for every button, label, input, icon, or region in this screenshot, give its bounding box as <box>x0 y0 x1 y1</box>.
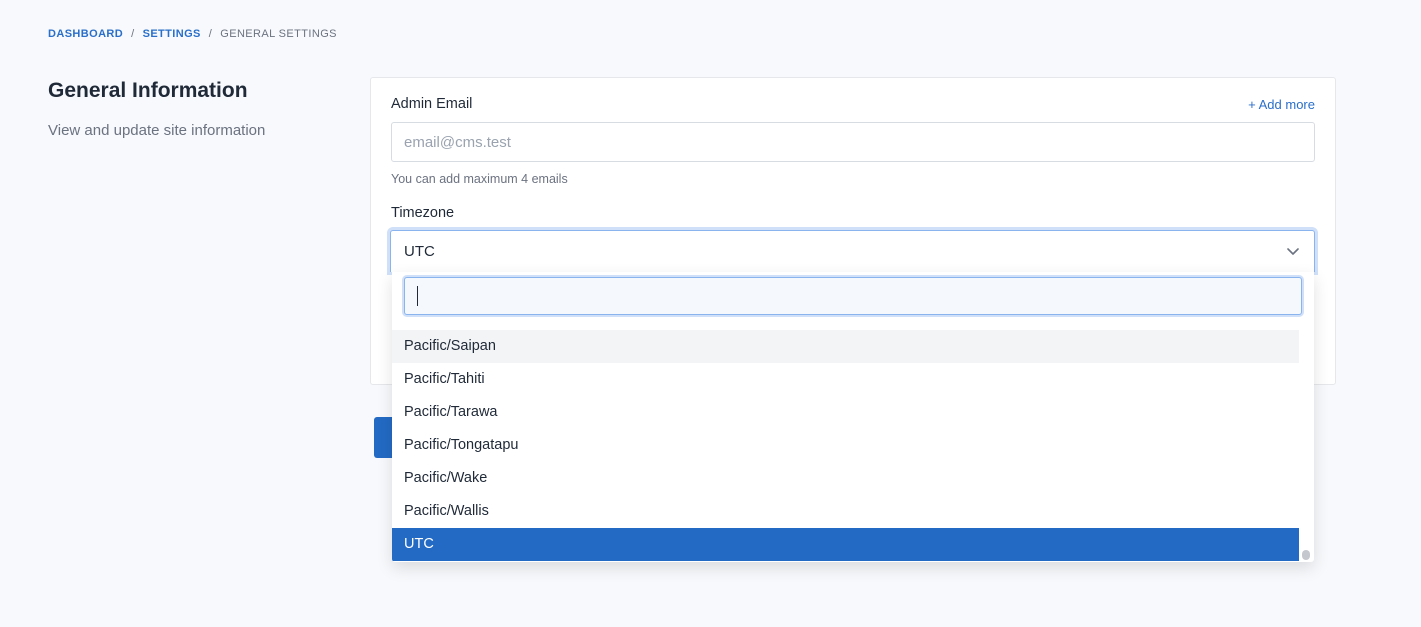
dropdown-scrollbar[interactable] <box>1302 550 1310 560</box>
timezone-select[interactable]: UTC <box>390 230 1315 272</box>
admin-email-helper: You can add maximum 4 emails <box>391 172 568 186</box>
chevron-down-icon <box>1287 248 1299 255</box>
breadcrumb: DASHBOARD / SETTINGS / GENERAL SETTINGS <box>48 28 337 40</box>
text-cursor <box>417 286 418 306</box>
timezone-label: Timezone <box>391 205 455 221</box>
timezone-option[interactable]: Pacific/Wallis <box>392 495 1299 528</box>
timezone-option[interactable]: Pacific/Tarawa <box>392 396 1299 429</box>
timezone-option[interactable]: Pacific/Wake <box>392 462 1299 495</box>
breadcrumb-settings[interactable]: SETTINGS <box>143 28 201 40</box>
admin-email-input[interactable] <box>391 122 1315 162</box>
admin-email-label: Admin Email <box>391 96 473 112</box>
breadcrumb-separator: / <box>131 28 135 40</box>
timezone-selected-value: UTC <box>404 243 435 260</box>
breadcrumb-dashboard[interactable]: DASHBOARD <box>48 28 123 40</box>
timezone-option[interactable]: Pacific/Tongatapu <box>392 429 1299 462</box>
add-more-link[interactable]: + Add more <box>1248 97 1315 112</box>
section-title: General Information <box>48 79 248 102</box>
timezone-dropdown: Pacific/Saipan Pacific/Tahiti Pacific/Ta… <box>392 272 1314 562</box>
section-description: View and update site information <box>48 122 266 139</box>
breadcrumb-separator: / <box>208 28 213 40</box>
timezone-option-selected[interactable]: UTC <box>392 528 1299 561</box>
timezone-search-input[interactable] <box>404 277 1302 315</box>
timezone-option-list: Pacific/Saipan Pacific/Tahiti Pacific/Ta… <box>392 330 1299 561</box>
timezone-option[interactable]: Pacific/Saipan <box>392 330 1299 363</box>
breadcrumb-general-settings: GENERAL SETTINGS <box>220 28 337 40</box>
timezone-option[interactable]: Pacific/Tahiti <box>392 363 1299 396</box>
